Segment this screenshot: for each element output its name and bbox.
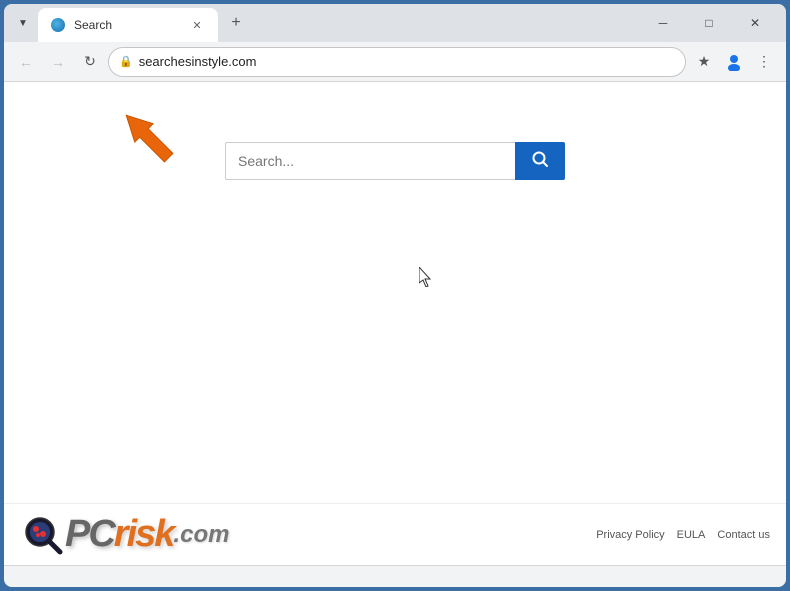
mouse-cursor — [419, 267, 435, 292]
tab-dropdown-button[interactable]: ▼ — [14, 14, 32, 32]
pcrisk-logo: PC risk .com — [20, 512, 229, 557]
close-button[interactable]: ✕ — [732, 7, 778, 39]
refresh-button[interactable]: ↻ — [76, 48, 104, 76]
bookmark-button[interactable]: ★ — [690, 48, 718, 76]
menu-button[interactable]: ⋮ — [750, 48, 778, 76]
forward-button[interactable]: → — [44, 48, 72, 76]
navigation-bar: ← → ↻ 🔒 ★ ⋮ — [4, 42, 786, 82]
browser-chrome: ▼ Search ✕ + ─ □ ✕ ← → ↻ 🔒 ★ — [4, 4, 786, 587]
arrow-annotation — [109, 100, 194, 185]
profile-button[interactable] — [720, 48, 748, 76]
contact-link[interactable]: Contact us — [717, 529, 770, 541]
window-controls: ─ □ ✕ — [632, 7, 786, 39]
profile-icon — [725, 53, 743, 71]
tab-controls-left: ▼ — [8, 4, 38, 42]
search-input[interactable] — [225, 142, 515, 180]
pcrisk-dotcom-text: .com — [173, 521, 229, 549]
search-box-area — [225, 142, 565, 180]
tab-favicon — [50, 17, 66, 33]
minimize-button[interactable]: ─ — [640, 7, 686, 39]
address-bar[interactable]: 🔒 — [108, 47, 686, 77]
nav-actions: ★ ⋮ — [690, 48, 778, 76]
page-content: PC risk .com Privacy Policy EULA Contact… — [4, 82, 786, 565]
pcrisk-risk-text: risk — [114, 513, 174, 556]
pcrisk-icon — [20, 512, 65, 557]
search-button[interactable] — [515, 142, 565, 180]
footer-links: Privacy Policy EULA Contact us — [596, 529, 770, 541]
status-bar — [4, 565, 786, 587]
search-icon — [531, 150, 549, 173]
favicon-icon — [51, 18, 65, 32]
address-input[interactable] — [139, 54, 675, 69]
back-button[interactable]: ← — [12, 48, 40, 76]
security-icon: 🔒 — [119, 55, 133, 68]
privacy-policy-link[interactable]: Privacy Policy — [596, 529, 664, 541]
new-tab-button[interactable]: + — [222, 9, 250, 37]
tab-bar: ▼ Search ✕ + ─ □ ✕ — [4, 4, 786, 42]
pcrisk-pc-text: PC — [65, 513, 114, 556]
eula-link[interactable]: EULA — [677, 529, 706, 541]
active-tab[interactable]: Search ✕ — [38, 8, 218, 42]
page-footer: PC risk .com Privacy Policy EULA Contact… — [4, 503, 786, 565]
tab-close-button[interactable]: ✕ — [188, 16, 206, 34]
maximize-button[interactable]: □ — [686, 7, 732, 39]
tab-title: Search — [74, 18, 180, 32]
